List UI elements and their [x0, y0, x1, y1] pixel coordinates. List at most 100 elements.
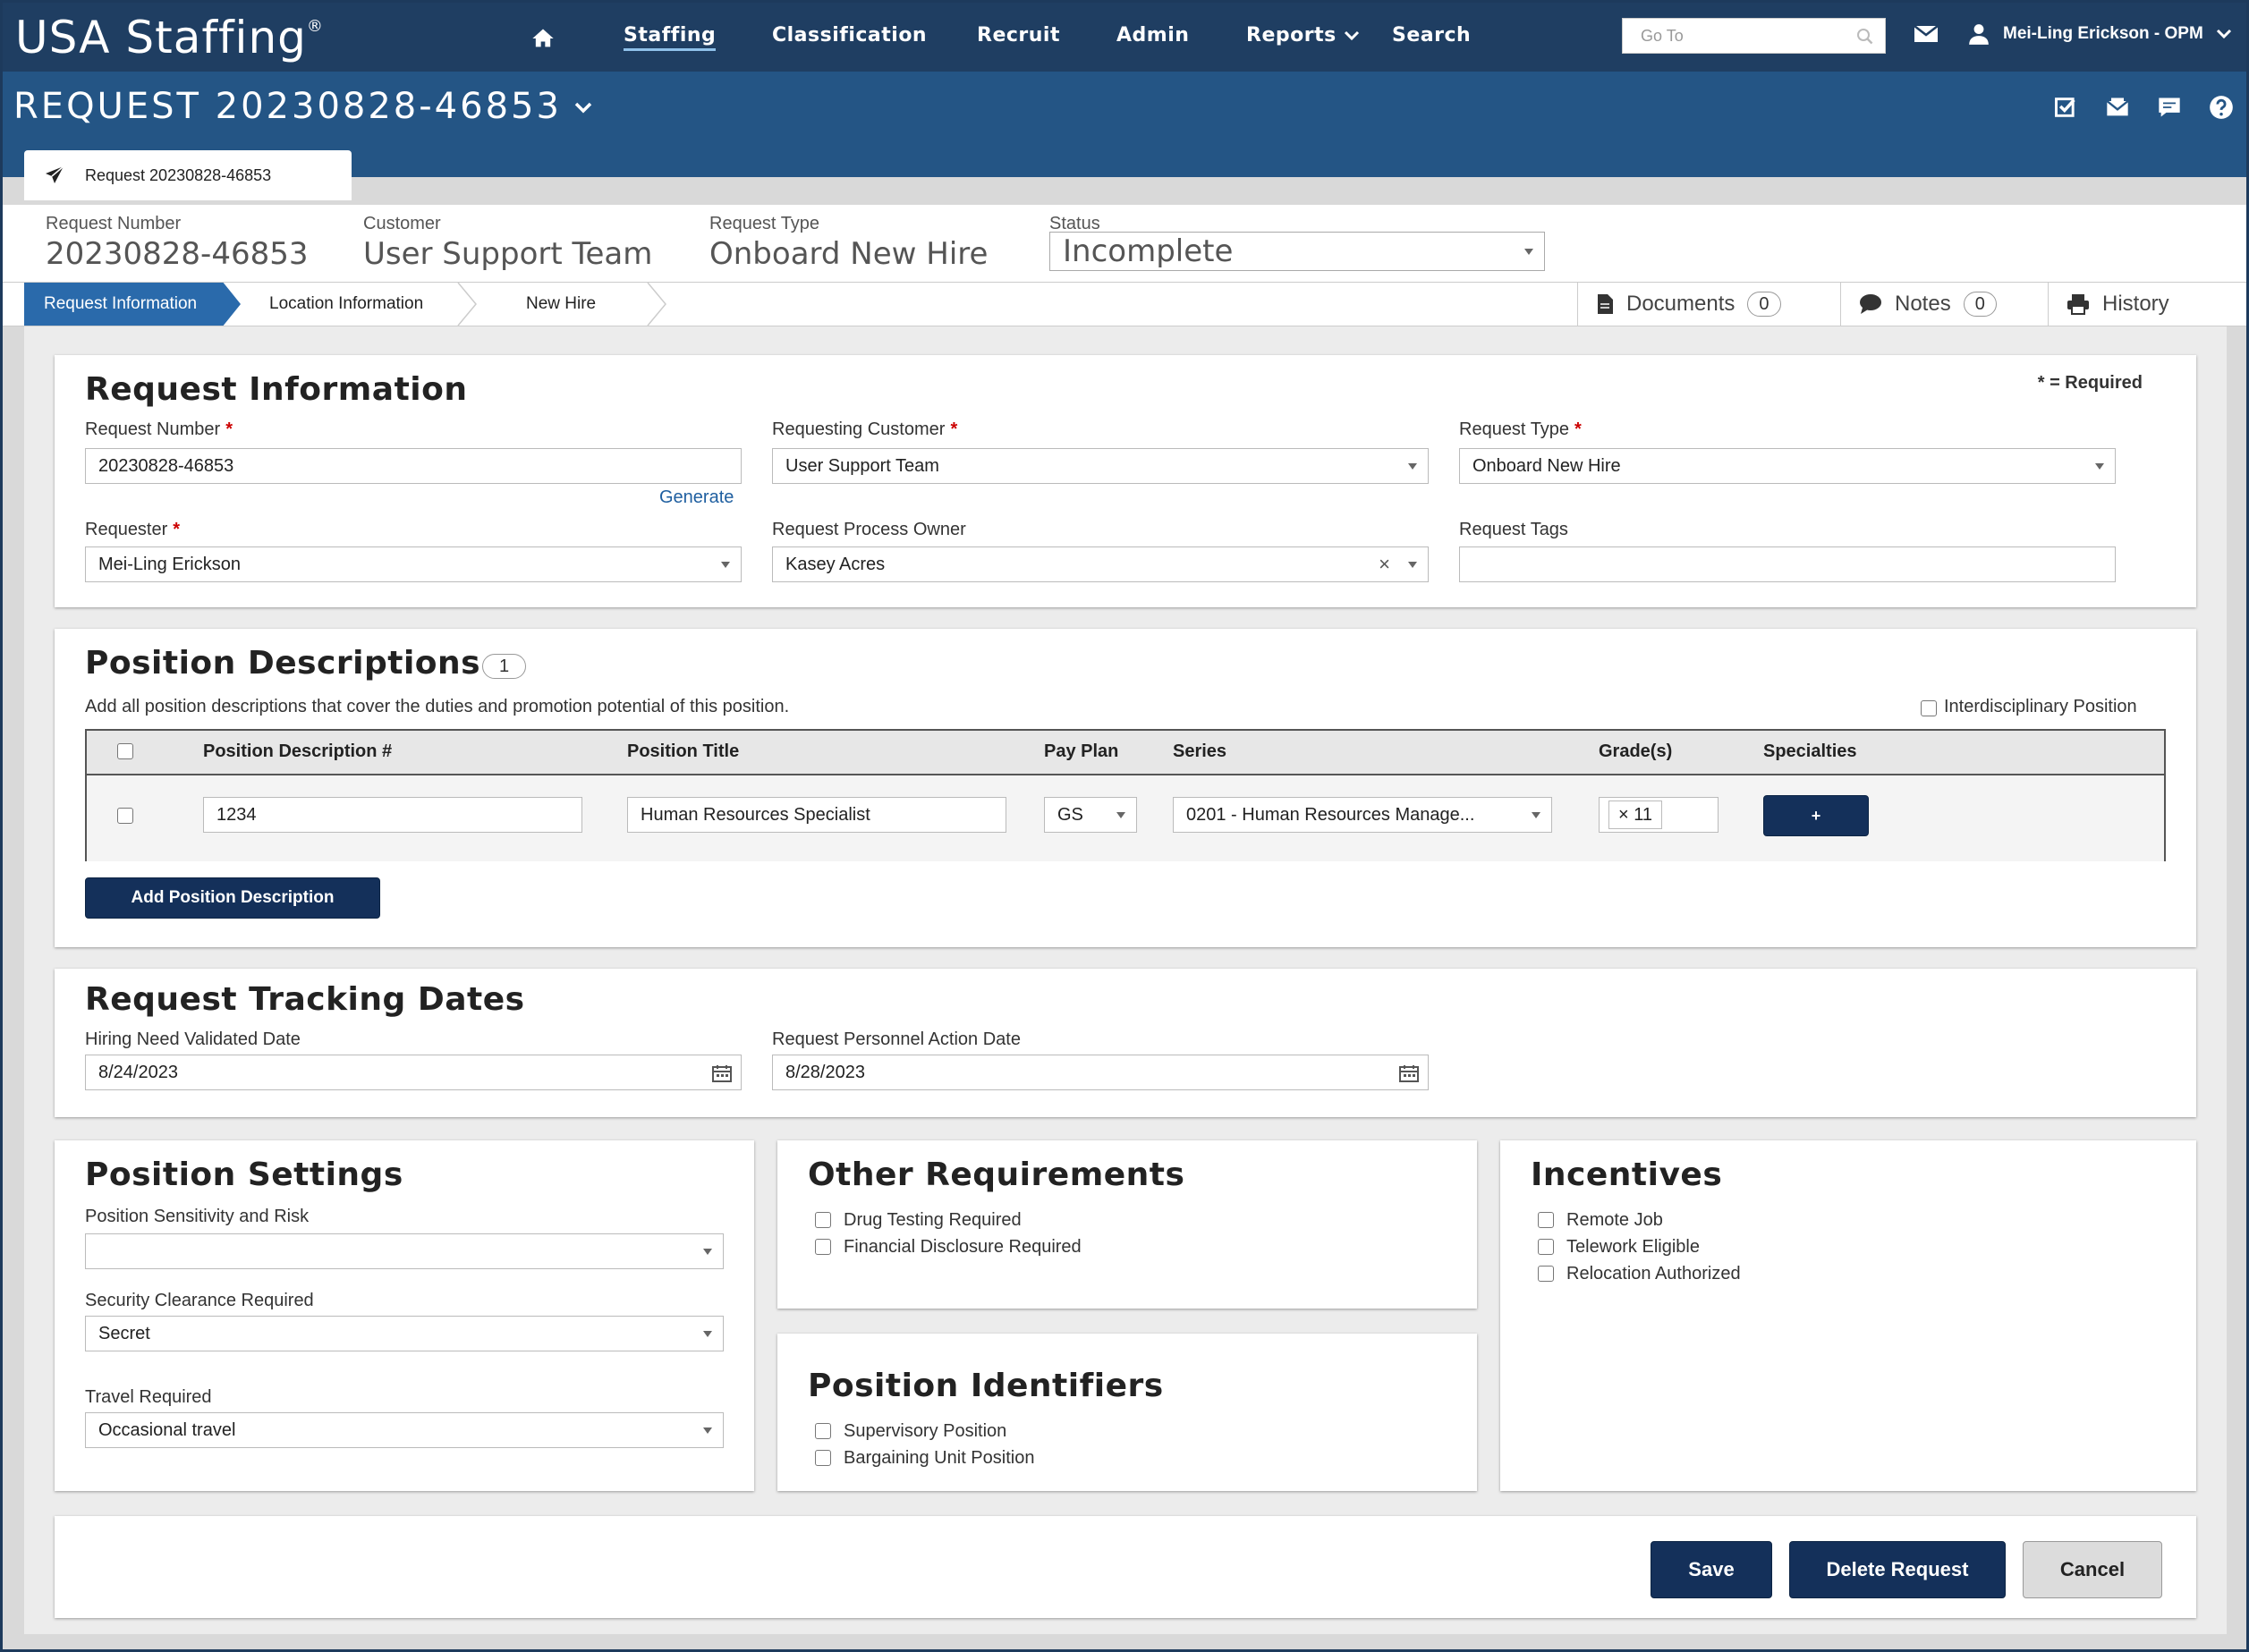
nav-reports[interactable]: Reports [1246, 24, 1360, 47]
summary-value: User Support Team [363, 236, 653, 272]
column-header: Position Title [627, 741, 740, 761]
select-value: Kasey Acres [785, 555, 886, 574]
save-button[interactable]: Save [1651, 1541, 1772, 1598]
request-tab[interactable]: Request 20230828-46853 [24, 150, 352, 200]
step-request-information[interactable]: Request Information [24, 283, 241, 326]
calendar-icon[interactable] [1399, 1064, 1419, 1082]
request-tags-input[interactable] [1459, 546, 2116, 582]
request-number-input[interactable]: 20230828-46853 [85, 448, 742, 484]
step-new-hire[interactable]: New Hire [526, 283, 596, 326]
caret-down-icon [2095, 463, 2104, 470]
drug-testing-checkbox[interactable] [815, 1212, 831, 1228]
supervisory-checkbox[interactable] [815, 1423, 831, 1439]
tab-history[interactable]: History [2048, 283, 2227, 326]
travel-select[interactable]: Occasional travel [85, 1412, 724, 1448]
inbox-icon[interactable] [2105, 95, 2130, 120]
delete-request-button[interactable]: Delete Request [1789, 1541, 2006, 1598]
select-all-checkbox[interactable] [117, 743, 133, 759]
paper-plane-icon [46, 165, 64, 183]
pd-help-text: Add all position descriptions that cover… [85, 697, 790, 716]
nav-recruit[interactable]: Recruit [977, 24, 1060, 47]
hiring-date-label: Hiring Need Validated Date [85, 1029, 301, 1049]
other-requirements-card: Other Requirements Drug Testing Required… [777, 1140, 1477, 1309]
bargaining-unit-checkbox[interactable] [815, 1450, 831, 1466]
nav-admin[interactable]: Admin [1116, 24, 1189, 47]
comment-icon [1860, 294, 1881, 314]
nav-search[interactable]: Search [1392, 24, 1471, 47]
search-icon [1857, 29, 1873, 45]
remove-icon[interactable]: × [1618, 805, 1634, 825]
row-checkbox[interactable] [117, 808, 133, 824]
section-title: Other Requirements [808, 1156, 1185, 1193]
task-check-icon[interactable] [2053, 95, 2078, 120]
tracking-dates-card: Request Tracking Dates Hiring Need Valid… [55, 969, 2196, 1117]
caret-down-icon [703, 1427, 712, 1434]
pay-plan-select[interactable]: GS [1044, 797, 1137, 833]
clearance-select[interactable]: Secret [85, 1316, 724, 1351]
grade-multiselect[interactable]: × 11 [1599, 797, 1719, 833]
process-owner-select[interactable]: Kasey Acres × [772, 546, 1429, 582]
requesting-customer-select[interactable]: User Support Team [772, 448, 1429, 484]
column-header: Specialties [1763, 741, 1857, 761]
relocation-checkbox[interactable] [1538, 1266, 1554, 1282]
field-label: Requesting Customer * [772, 419, 958, 439]
calendar-icon[interactable] [712, 1064, 732, 1082]
telework-checkbox[interactable] [1538, 1239, 1554, 1255]
tab-notes[interactable]: Notes 0 [1840, 283, 2048, 326]
tab-history-label: History [2102, 292, 2169, 316]
user-icon [1969, 24, 1989, 45]
grade-chip[interactable]: × 11 [1608, 801, 1663, 829]
pa-date-input[interactable]: 8/28/2023 [772, 1055, 1429, 1090]
summary-label: Request Type [709, 214, 820, 233]
mail-icon[interactable] [1914, 24, 1939, 44]
nav-classification[interactable]: Classification [772, 24, 927, 47]
logo[interactable]: USA Staffing® [15, 12, 324, 64]
column-header: Grade(s) [1599, 741, 1673, 761]
interdisciplinary-checkbox[interactable] [1921, 700, 1937, 716]
chat-icon[interactable] [2157, 95, 2182, 120]
sensitivity-select[interactable] [85, 1233, 724, 1269]
request-information-card: Request Information * = Required Request… [55, 355, 2196, 607]
checkbox-label: Bargaining Unit Position [844, 1448, 1035, 1468]
step-location-information[interactable]: Location Information [269, 283, 423, 326]
generate-link[interactable]: Generate [659, 487, 734, 508]
interdisciplinary-label: Interdisciplinary Position [1944, 697, 2137, 716]
user-name: Mei-Ling Erickson - OPM [2003, 24, 2203, 43]
grade-value: 11 [1634, 805, 1653, 825]
tab-documents[interactable]: Documents 0 [1577, 283, 1840, 326]
hiring-date-input[interactable]: 8/24/2023 [85, 1055, 742, 1090]
page-title[interactable]: REQUEST 20230828-46853 [13, 86, 592, 127]
home-icon[interactable] [530, 26, 556, 51]
chevron-down-icon [1344, 30, 1359, 41]
user-menu[interactable]: Mei-Ling Erickson - OPM [1967, 22, 2232, 46]
position-identifiers-card: Position Identifiers Supervisory Positio… [777, 1334, 1477, 1491]
add-position-description-button[interactable]: Add Position Description [85, 877, 380, 919]
goto-input[interactable]: Go To [1622, 18, 1886, 54]
request-tags-label: Request Tags [1459, 520, 1568, 539]
requesting-customer-label: Requesting Customer [772, 419, 946, 439]
caret-down-icon [1524, 249, 1533, 255]
cancel-button[interactable]: Cancel [2023, 1541, 2162, 1598]
clear-icon[interactable]: × [1379, 547, 1390, 581]
documents-count: 0 [1747, 292, 1781, 317]
add-specialty-button[interactable]: + [1763, 795, 1869, 836]
request-type-select[interactable]: Onboard New Hire [1459, 448, 2116, 484]
step-divider [457, 283, 477, 326]
nav-staffing[interactable]: Staffing [624, 24, 717, 51]
content-area: Request Information * = Required Request… [24, 326, 2227, 1634]
help-icon[interactable] [2209, 95, 2234, 120]
series-select[interactable]: 0201 - Human Resources Manage... [1173, 797, 1552, 833]
summary-customer: Customer User Support Team [363, 214, 652, 272]
field-label: Requester * [85, 520, 181, 539]
remote-job-checkbox[interactable] [1538, 1212, 1554, 1228]
position-settings-card: Position Settings Position Sensitivity a… [55, 1140, 754, 1491]
top-navigation: USA Staffing® Staffing Classification Re… [3, 3, 2246, 72]
pd-number-input[interactable]: 1234 [203, 797, 582, 833]
requester-select[interactable]: Mei-Ling Erickson [85, 546, 742, 582]
financial-disclosure-checkbox[interactable] [815, 1239, 831, 1255]
position-title-input[interactable]: Human Resources Specialist [627, 797, 1006, 833]
checkbox-label: Financial Disclosure Required [844, 1237, 1082, 1257]
summary-label: Request Number [46, 214, 182, 233]
requester-label: Requester [85, 520, 168, 539]
status-select[interactable]: Incomplete [1049, 232, 1545, 271]
